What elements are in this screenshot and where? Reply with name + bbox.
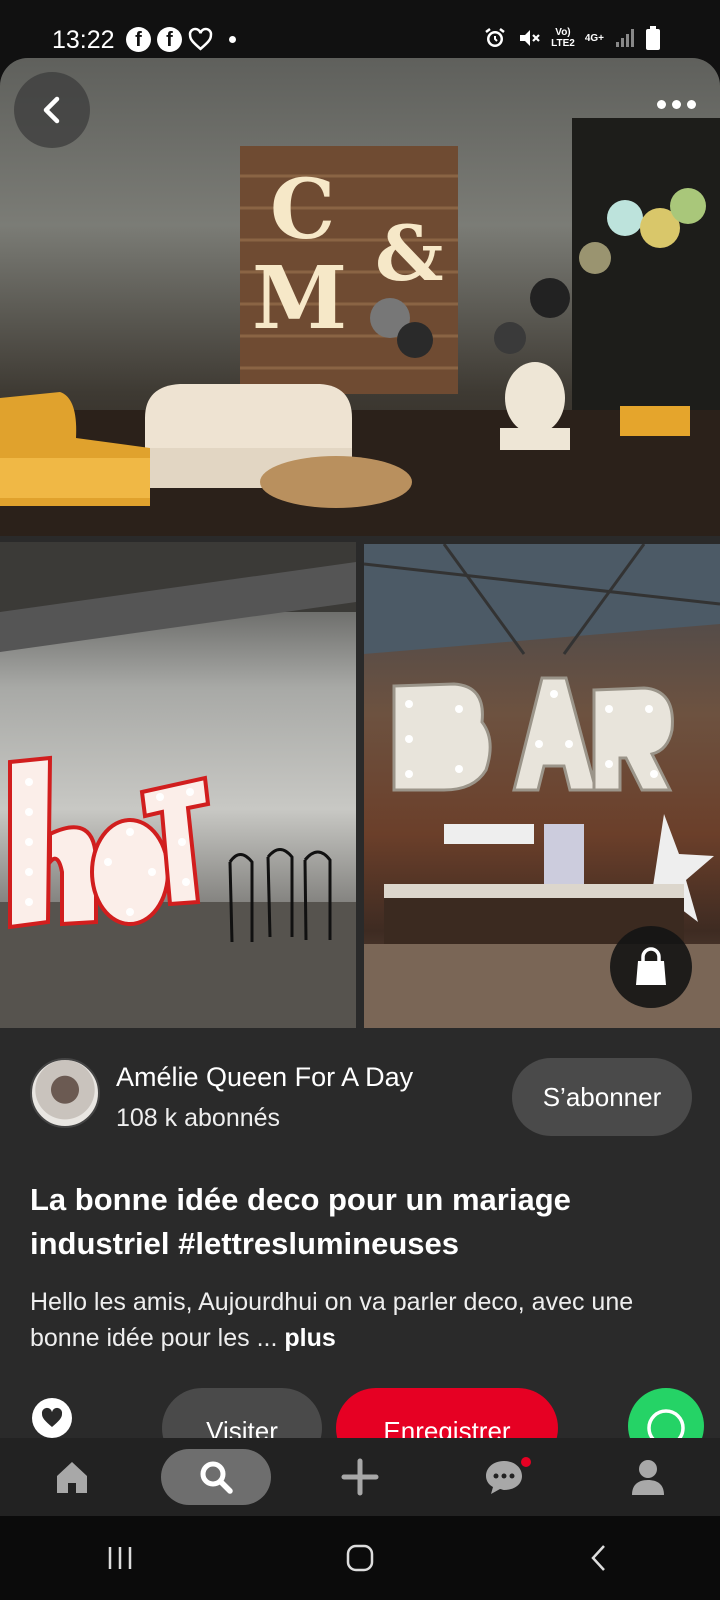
battery-icon	[646, 26, 660, 50]
creator-row: Amélie Queen For A Day 108 k abonnés S’a…	[0, 1028, 720, 1148]
more-dot-icon	[657, 100, 666, 109]
avatar[interactable]	[30, 1058, 100, 1128]
whatsapp-share-button[interactable]	[628, 1388, 704, 1438]
home-icon	[57, 1462, 87, 1493]
marquee-letter-m: M	[252, 248, 347, 349]
more-dot-icon	[687, 100, 696, 109]
messages-icon	[486, 1461, 522, 1494]
system-navigation-bar	[0, 1516, 720, 1600]
volte-label: Vo) LTE2	[551, 27, 575, 49]
nav-search[interactable]	[161, 1449, 271, 1505]
nav-messages[interactable]	[449, 1449, 559, 1505]
visit-button[interactable]: Visiter	[162, 1388, 322, 1438]
more-dot-icon	[672, 100, 681, 109]
marquee-letter-ampersand: &	[375, 209, 444, 298]
react-button[interactable]	[32, 1398, 72, 1438]
search-icon	[200, 1461, 233, 1494]
pin-description: Hello les amis, Aujourdhui on va parler …	[30, 1284, 700, 1356]
heart-outline-icon	[188, 27, 213, 51]
creator-followers: 108 k abonnés	[116, 1104, 281, 1132]
action-row: Visiter Enregistrer	[0, 1368, 720, 1438]
facebook-icon: f	[157, 27, 182, 52]
mute-icon	[520, 30, 540, 46]
status-time: 13:22	[52, 26, 115, 54]
alarm-icon	[485, 28, 505, 47]
bottom-nav	[0, 1438, 720, 1516]
data-label: 4G+	[584, 32, 604, 44]
creator-name[interactable]: Amélie Queen For A Day	[116, 1062, 413, 1093]
nav-profile[interactable]	[593, 1449, 703, 1505]
nav-home[interactable]	[17, 1449, 127, 1505]
system-icons: Vo) LTE2 4G+	[483, 26, 660, 50]
marquee-letter-c: C	[270, 162, 335, 258]
facebook-icon: f	[126, 27, 151, 52]
shopping-bag-icon	[636, 947, 666, 985]
plus-icon	[341, 1458, 379, 1496]
recent-apps-icon[interactable]	[105, 1543, 135, 1573]
pin-title: La bonne idée deco pour un mariage indus…	[30, 1182, 571, 1261]
more-link[interactable]: plus	[284, 1324, 335, 1352]
follow-button[interactable]: S’abonner	[512, 1058, 692, 1136]
signal-icon	[616, 29, 634, 47]
heart-icon	[41, 1407, 63, 1427]
back-system-icon[interactable]	[585, 1543, 615, 1573]
pin-card: C & M Amélie Queen For A Day 108 k abonn…	[0, 58, 720, 1438]
chevron-left-icon	[43, 96, 60, 124]
pin-image-hot[interactable]	[0, 542, 356, 1028]
notification-icons: f f	[126, 27, 236, 52]
profile-icon	[632, 1460, 664, 1495]
nav-create[interactable]	[305, 1449, 415, 1505]
save-button[interactable]: Enregistrer	[336, 1388, 558, 1438]
home-system-icon[interactable]	[345, 1543, 375, 1573]
whatsapp-icon	[647, 1409, 685, 1438]
more-options-button[interactable]	[657, 100, 696, 109]
notification-dot	[521, 1457, 531, 1467]
pin-image-bar[interactable]	[364, 544, 720, 1028]
more-notifications-dot	[229, 36, 236, 43]
visual-search-button[interactable]	[610, 926, 692, 1008]
back-button[interactable]	[14, 72, 90, 148]
pin-image-main[interactable]: C & M	[0, 58, 720, 536]
